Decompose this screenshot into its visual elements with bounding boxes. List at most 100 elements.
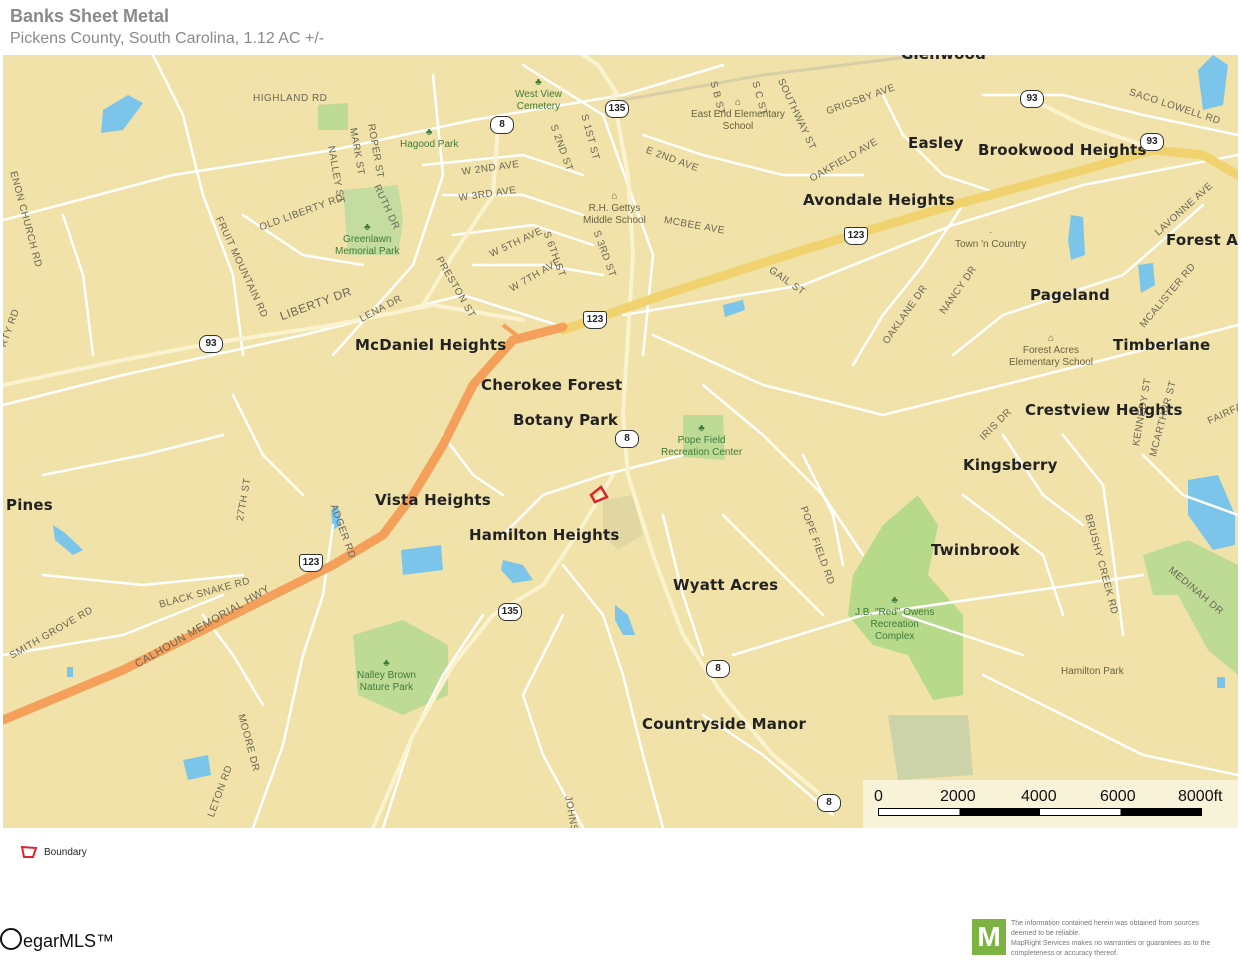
- water-body: [1138, 263, 1155, 293]
- place-label-vista-heights: Vista Heights: [375, 491, 491, 509]
- poi-label: Memorial Park: [335, 246, 400, 257]
- poi-town-n-country: · Town 'n Country: [955, 227, 1026, 251]
- poi-label: Middle School: [583, 215, 646, 226]
- tree-icon: ♣: [425, 127, 433, 138]
- route-shield-135: 135: [498, 603, 522, 621]
- disclaimer-line: MapRight Services makes no warranties or…: [1011, 940, 1211, 947]
- route-shield-135: 135: [605, 100, 629, 118]
- poi-label: Recreation Center: [661, 447, 743, 458]
- water-body: [723, 300, 745, 317]
- scale-label: 8000ft: [1178, 788, 1223, 805]
- route-shield-93: 93: [199, 335, 223, 353]
- place-label-botany-park: Botany Park: [513, 411, 618, 429]
- place-label-wyatt-acres: Wyatt Acres: [673, 576, 779, 594]
- route-shield-8: 8: [817, 794, 841, 812]
- map-title: Banks Sheet Metal: [10, 6, 170, 26]
- place-label-easley: Easley: [908, 134, 964, 152]
- poi-hagood-park: ♣ Hagood Park: [400, 127, 458, 151]
- water-body: [615, 605, 635, 635]
- school-icon: ⌂: [734, 97, 741, 108]
- map-canvas[interactable]: Glenwood Easley Brookwood Heights Avonda…: [3, 55, 1238, 828]
- tree-icon: ♣: [698, 423, 705, 434]
- poi-label: Recreation: [870, 619, 919, 630]
- tree-icon: ♣: [535, 77, 542, 88]
- place-label-countryside-manor: Countryside Manor: [642, 715, 807, 733]
- water-body: [1217, 677, 1225, 688]
- poi-label: Town 'n Country: [955, 239, 1027, 250]
- highway-123-west: [3, 322, 568, 725]
- mapright-logo: M: [972, 919, 1006, 955]
- water-body: [101, 95, 143, 133]
- place-label-glenwood: Glenwood: [901, 55, 986, 63]
- water-body: [53, 525, 83, 555]
- logo-mark-icon: [0, 928, 22, 950]
- highway-123-east: [558, 145, 1238, 335]
- route-shield-us123: 123: [844, 227, 868, 245]
- scale-bar: 0 2000 4000 6000 8000ft: [863, 780, 1238, 828]
- map-subtitle: Pickens County, South Carolina, 1.12 AC …: [10, 30, 325, 47]
- park-area: [318, 103, 348, 130]
- poi-nalley-brown: ♣ Nalley Brown Nature Park: [357, 658, 416, 694]
- poi-west-view-cemetery: ♣ West View Cemetery: [515, 77, 562, 113]
- poi-label: R.H. Gettys: [588, 203, 641, 214]
- poi-label: Nalley Brown: [357, 670, 416, 681]
- scale-label: 4000: [1021, 788, 1057, 805]
- poi-rh-gettys: ⌂ R.H. Gettys Middle School: [583, 191, 646, 227]
- legend: Boundary: [20, 845, 87, 864]
- place-label-pines: Pines: [6, 496, 53, 514]
- poi-hamilton-park: Hamilton Park: [1061, 666, 1124, 678]
- scale-ruler: [878, 808, 1202, 816]
- place-label-twinbrook: Twinbrook: [931, 541, 1020, 559]
- park-area: [888, 715, 973, 780]
- poi-label: J.B. "Red" Owens: [855, 607, 935, 618]
- route-shield-8: 8: [490, 116, 514, 134]
- poi-label: East End Elementary: [691, 109, 785, 120]
- tree-icon: ♣: [383, 658, 390, 669]
- disclaimer: The information contained herein was obt…: [1011, 919, 1241, 959]
- poi-label: Forest Acres: [1022, 345, 1080, 356]
- school-icon: ⌂: [611, 191, 618, 202]
- route-shield-us123: 123: [299, 554, 323, 572]
- route-shield-8: 8: [615, 430, 639, 448]
- place-label-forest-acres: Forest Ac: [1166, 231, 1238, 249]
- water-body: [1198, 55, 1228, 110]
- boundary-legend-icon: [20, 845, 38, 858]
- disclaimer-line: The information contained herein was obt…: [1011, 920, 1199, 927]
- scale-label: 2000: [940, 788, 976, 805]
- school-icon: ⌂: [1047, 333, 1054, 344]
- disclaimer-line: completeness or accuracy thereof.: [1011, 950, 1118, 957]
- water-body: [67, 667, 73, 677]
- disclaimer-line: deemed to be reliable.: [1011, 930, 1081, 937]
- route-shield-8: 8: [706, 660, 730, 678]
- place-label-mcdaniel-heights: McDaniel Heights: [355, 336, 507, 354]
- street-label: HIGHLAND RD: [253, 93, 328, 104]
- place-label-timberlane: Timberlane: [1113, 336, 1211, 354]
- poi-label: Cemetery: [516, 101, 561, 112]
- poi-label: Nature Park: [359, 682, 414, 693]
- poi-label: Greenlawn: [343, 234, 392, 245]
- poi-jb-owens: ♣ J.B. "Red" Owens Recreation Complex: [855, 595, 934, 643]
- water-body: [183, 755, 211, 780]
- poi-label: School: [722, 121, 754, 132]
- mls-logo-text: egarMLS™: [23, 931, 115, 951]
- poi-label: West View: [515, 89, 562, 100]
- poi-east-end-school: ⌂ East End Elementary School: [691, 97, 785, 133]
- place-label-pageland: Pageland: [1030, 286, 1110, 304]
- poi-label: Complex: [874, 631, 915, 642]
- water-body: [401, 545, 443, 575]
- place-label-cherokee-forest: Cherokee Forest: [481, 376, 623, 394]
- poi-label: Elementary School: [1009, 357, 1093, 368]
- place-label-hamilton-heights: Hamilton Heights: [469, 526, 620, 544]
- poi-label: Hagood Park: [400, 139, 459, 150]
- water-body: [1068, 215, 1085, 260]
- tree-icon: ♣: [891, 595, 898, 606]
- scale-label: 0: [874, 788, 883, 805]
- poi-forest-acres-school: ⌂ Forest Acres Elementary School: [1009, 333, 1093, 369]
- route-shield-93: 93: [1020, 90, 1044, 108]
- route-shield-93: 93: [1140, 133, 1164, 151]
- shop-icon: ·: [989, 227, 993, 238]
- water-body: [501, 560, 533, 583]
- mls-logo: egarMLS™: [0, 928, 114, 952]
- place-label-brookwood-heights: Brookwood Heights: [978, 141, 1147, 159]
- place-label-avondale-heights: Avondale Heights: [803, 191, 955, 209]
